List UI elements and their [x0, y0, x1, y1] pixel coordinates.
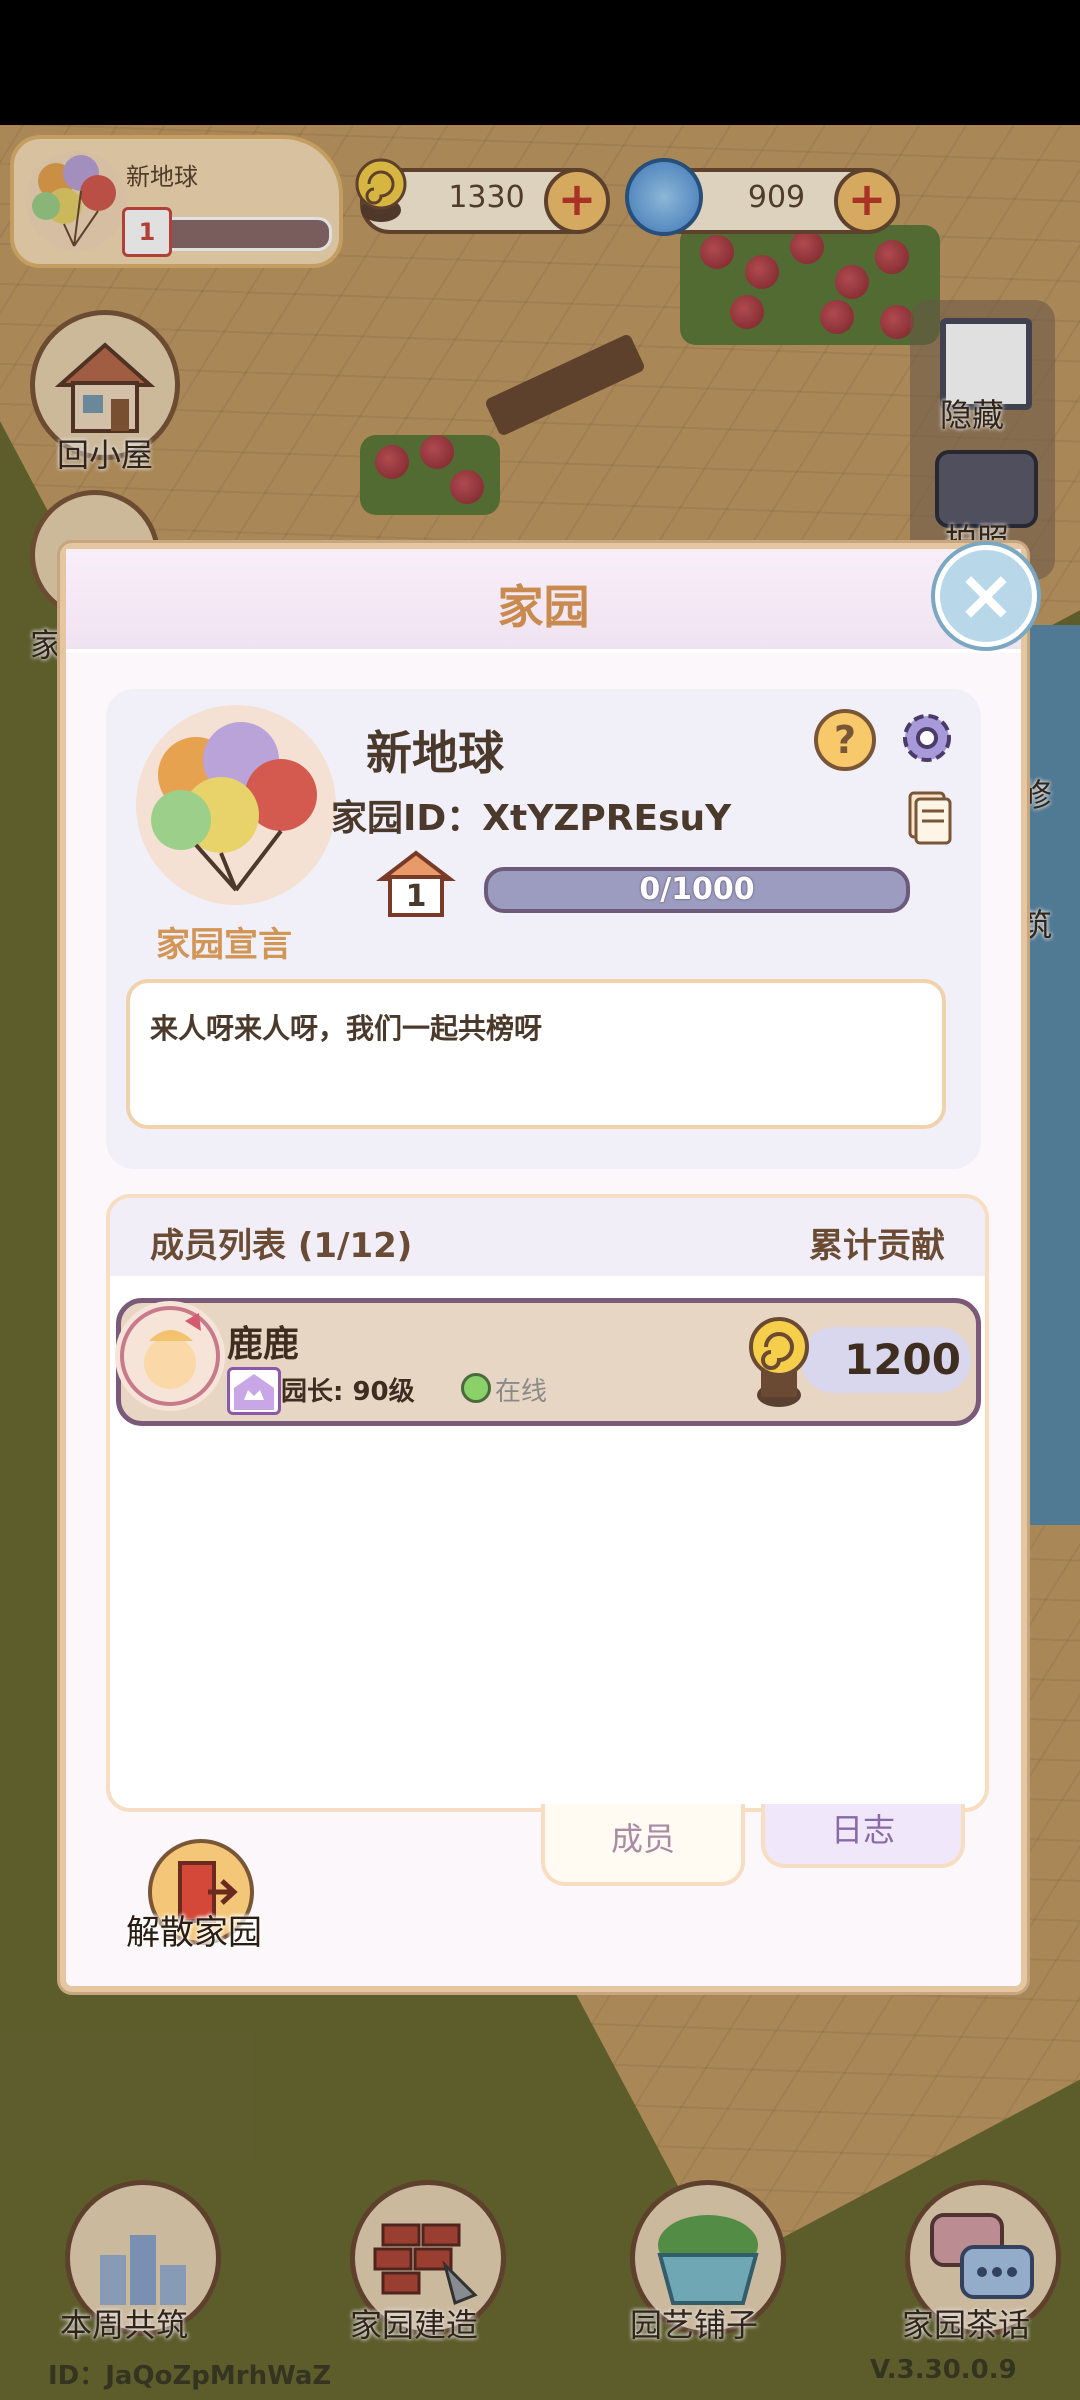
member-row[interactable]: 鹿鹿 园长: 90级 在线 1200	[115, 1298, 981, 1426]
declaration-text: 来人呀来人呀，我们一起共榜呀	[150, 1012, 543, 1045]
gear-icon[interactable]	[896, 707, 958, 769]
member-status: 在线	[495, 1377, 548, 1407]
snail-coin-icon	[741, 1311, 817, 1409]
garden-dialog: 家园 新地球 家园ID：XtYZPREsuY ? 1 0/1000 家园宣言 来…	[60, 543, 1027, 1992]
online-status-icon	[461, 1373, 491, 1403]
tab-logs[interactable]: 日志	[761, 1804, 965, 1868]
member-name: 鹿鹿	[227, 1324, 300, 1365]
close-icon[interactable]: ×	[935, 545, 1037, 647]
garden-name: 新地球	[366, 726, 504, 780]
member-list-header: 成员列表 (1/12) 累计贡献	[110, 1198, 985, 1276]
tab-members[interactable]: 成员	[541, 1804, 745, 1886]
crown-house-icon	[227, 1367, 281, 1415]
garden-id: 家园ID：XtYZPREsuY	[331, 789, 731, 841]
member-list-panel: 成员列表 (1/12) 累计贡献 鹿鹿 园长: 90级 在线 1200	[106, 1194, 989, 1812]
member-role: 园长: 90级	[281, 1377, 415, 1407]
member-avatar	[115, 1301, 225, 1411]
garden-exp-text: 0/1000	[639, 872, 755, 907]
member-contribution: 1200	[844, 1335, 961, 1384]
declaration-label: 家园宣言	[156, 925, 292, 965]
member-list-title: 成员列表 (1/12)	[150, 1226, 413, 1266]
contribution-column-title: 累计贡献	[809, 1226, 945, 1266]
balloon-garden-avatar-icon[interactable]	[136, 705, 336, 905]
disband-garden-button[interactable]: 解散家园	[126, 1905, 262, 1954]
dialog-title: 家园	[497, 580, 590, 634]
member-contribution-pill: 1200	[801, 1327, 971, 1393]
garden-id-value: XtYZPREsuY	[482, 798, 732, 839]
garden-exp-bar: 0/1000	[484, 867, 910, 913]
dialog-header: 家园	[66, 549, 1021, 653]
house-level-number: 1	[405, 879, 427, 914]
copy-id-icon[interactable]	[906, 789, 952, 845]
garden-id-label: 家园ID：	[331, 798, 483, 839]
declaration-box[interactable]: 来人呀来人呀，我们一起共榜呀	[126, 979, 946, 1129]
help-icon[interactable]: ?	[814, 709, 876, 771]
garden-info-card: 新地球 家园ID：XtYZPREsuY ? 1 0/1000 家园宣言 来人呀来…	[106, 689, 981, 1169]
house-level-icon: 1	[376, 849, 456, 919]
